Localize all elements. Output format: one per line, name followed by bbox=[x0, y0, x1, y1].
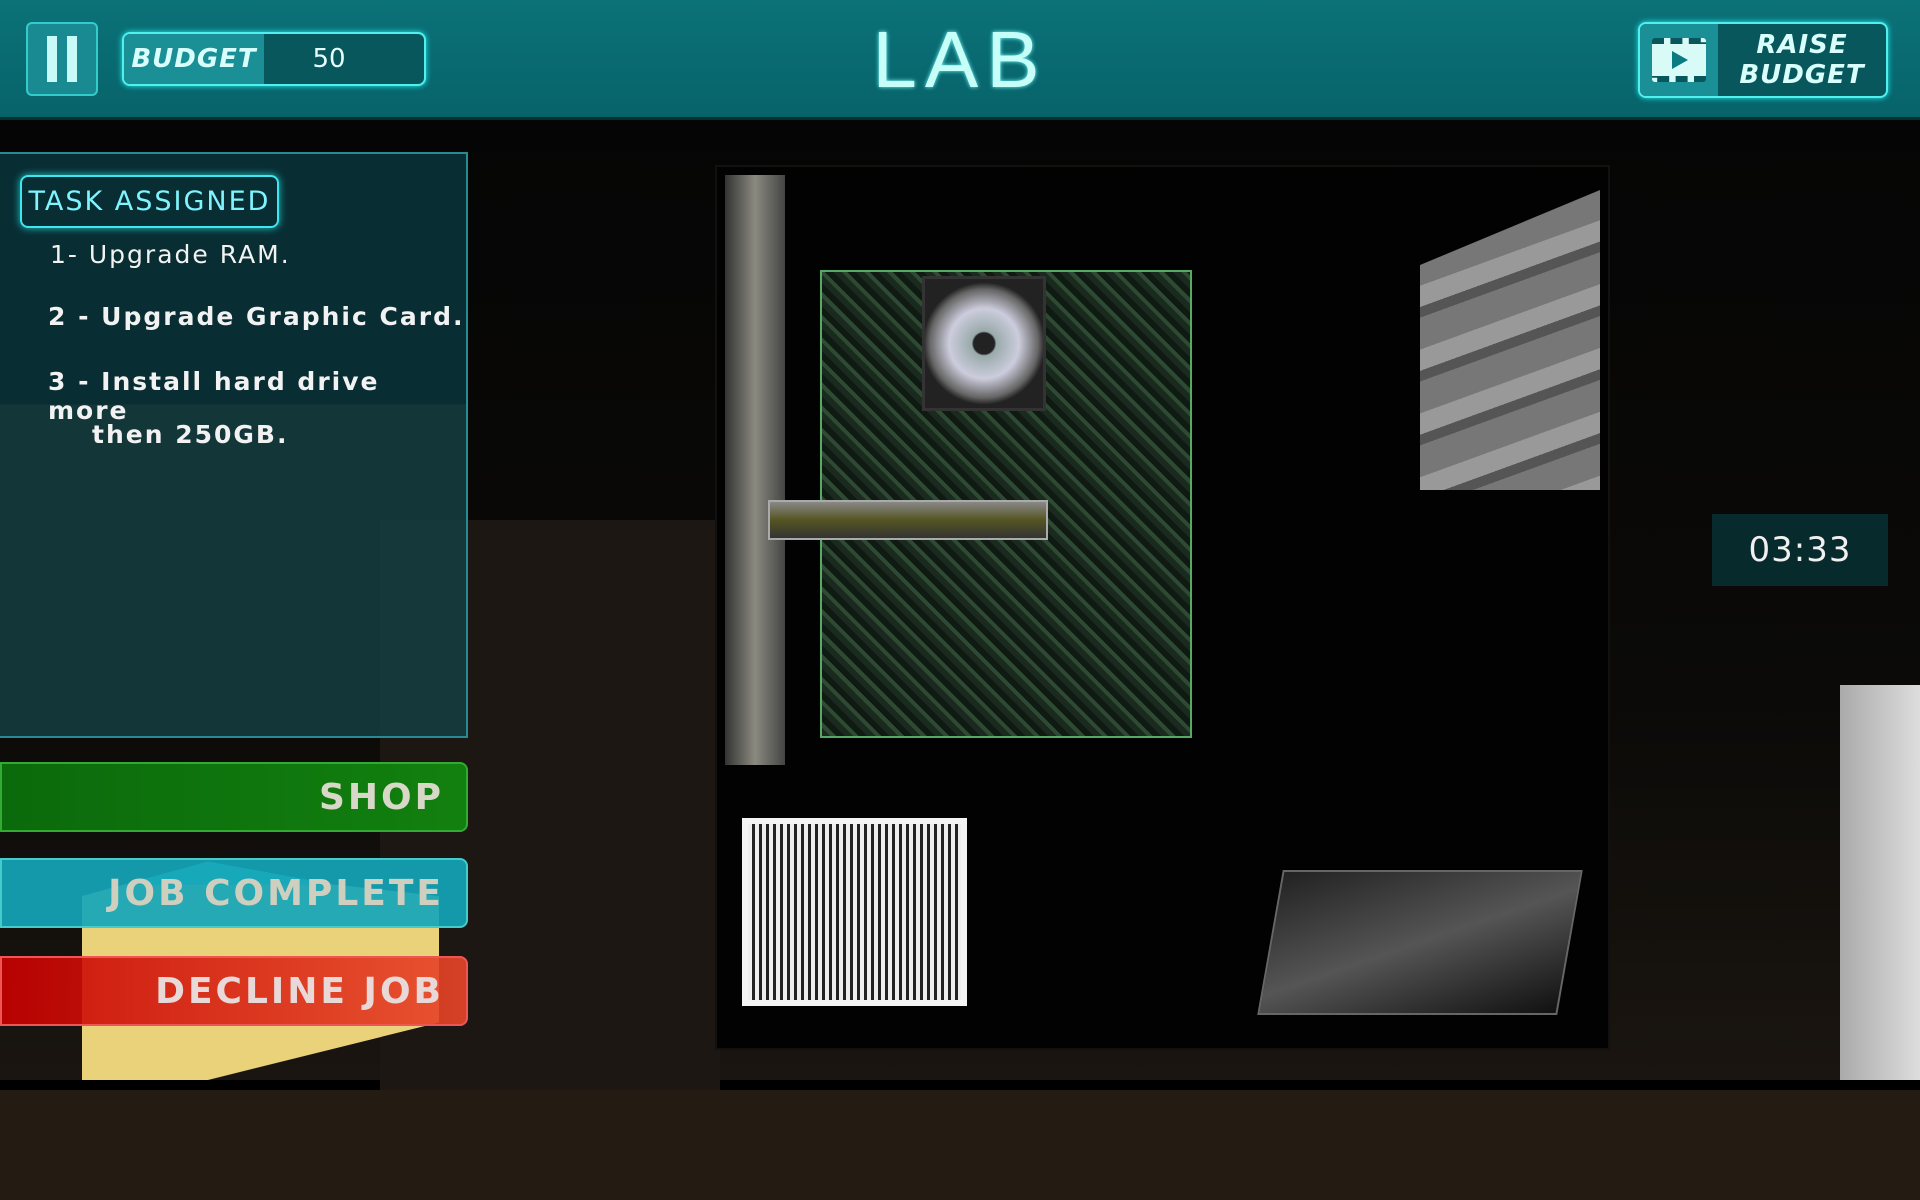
countdown-timer: 03:33 bbox=[1712, 514, 1888, 586]
hard-drive[interactable] bbox=[1257, 870, 1583, 1015]
decline-job-button[interactable]: DECLINE JOB bbox=[0, 956, 468, 1026]
desk-edge bbox=[1840, 685, 1920, 1080]
task-item: 3 - Install hard drive more bbox=[48, 367, 380, 425]
task-item: 2 - Upgrade Graphic Card. bbox=[48, 302, 465, 331]
shop-button[interactable]: SHOP bbox=[0, 762, 468, 832]
top-bar: BUDGET 50 LAB RAISE BUDGET bbox=[0, 0, 1920, 120]
page-title: LAB bbox=[872, 15, 1048, 104]
power-supply[interactable] bbox=[742, 818, 967, 1006]
task-assigned-heading: TASK ASSIGNED bbox=[20, 175, 279, 228]
raise-budget-button[interactable]: RAISE BUDGET bbox=[1638, 22, 1888, 98]
raise-budget-label: RAISE BUDGET bbox=[1739, 30, 1865, 90]
task-item: 1- Upgrade RAM. bbox=[50, 240, 291, 269]
task-item-continuation: then 250GB. bbox=[92, 420, 289, 449]
graphics-card[interactable] bbox=[768, 500, 1048, 540]
task-panel: TASK ASSIGNED 1- Upgrade RAM. 2 - Upgrad… bbox=[0, 152, 468, 738]
case-drive-bays bbox=[725, 175, 785, 765]
floor bbox=[0, 1090, 1920, 1200]
cpu-fan[interactable] bbox=[922, 276, 1046, 411]
job-complete-button[interactable]: JOB COMPLETE bbox=[0, 858, 468, 928]
video-play-icon bbox=[1652, 38, 1706, 82]
